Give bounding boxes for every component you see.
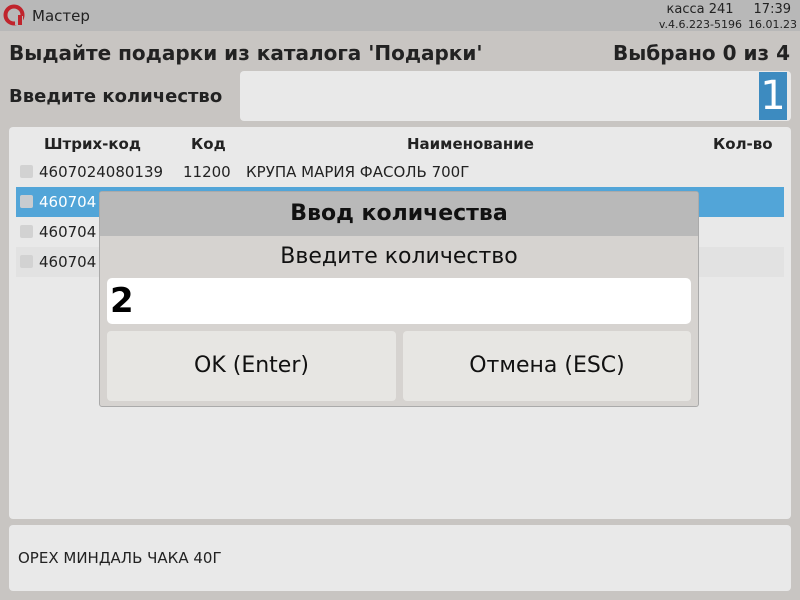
app-title: Мастер xyxy=(32,7,90,25)
register-info: касса 241 17:39 xyxy=(667,2,792,17)
register-name: касса 241 xyxy=(666,2,734,17)
dialog-prompt: Введите количество xyxy=(280,244,518,269)
row-name: КРУПА МАРИЯ ФАСОЛЬ 700Г xyxy=(246,163,470,181)
version-date: 16.01.23 xyxy=(748,18,797,31)
row-code: 11200 xyxy=(183,163,231,181)
row-checkbox[interactable] xyxy=(20,165,33,178)
quantity-value: 1 xyxy=(759,72,787,120)
dialog-title-bar: Ввод количества xyxy=(100,192,698,236)
version-number: v.4.6.223-5196 xyxy=(658,18,743,31)
column-header-qty: Кол-во xyxy=(713,135,773,153)
column-header-barcode: Штрих-код xyxy=(44,135,141,153)
row-barcode: 460704 xyxy=(39,223,97,241)
top-bar: Мастер касса 241 17:39 v.4.6.223-5196 16.0… xyxy=(0,0,800,31)
page-title: Выдайте подарки из каталога 'Подарки' xyxy=(9,41,483,65)
dialog-quantity-input[interactable]: 2 xyxy=(107,278,691,324)
status-panel: ОРЕХ МИНДАЛЬ ЧАКА 40Г xyxy=(9,525,791,591)
column-header-name: Наименование xyxy=(407,135,534,153)
quantity-field[interactable]: 1 xyxy=(240,71,791,121)
cancel-button[interactable]: Отмена (ESC) xyxy=(403,331,691,401)
status-item-name: ОРЕХ МИНДАЛЬ ЧАКА 40Г xyxy=(18,549,222,567)
selected-count: Выбрано 0 из 4 xyxy=(612,41,790,65)
quantity-dialog: Ввод количества Введите количество 2 OK … xyxy=(99,191,699,407)
clock: 17:39 xyxy=(753,2,791,17)
row-checkbox[interactable] xyxy=(20,195,33,208)
quantity-label: Введите количество xyxy=(9,86,223,107)
pos-logo-icon xyxy=(3,4,25,26)
ok-button[interactable]: OK (Enter) xyxy=(107,331,396,401)
row-checkbox[interactable] xyxy=(20,225,33,238)
column-header-code: Код xyxy=(191,135,226,153)
dialog-title: Ввод количества xyxy=(290,201,508,226)
version-info: v.4.6.223-5196 16.01.23 xyxy=(659,18,797,31)
row-barcode: 4607024080139 xyxy=(39,163,164,181)
row-barcode: 460704 xyxy=(39,193,97,211)
row-checkbox[interactable] xyxy=(20,255,33,268)
row-barcode: 460704 xyxy=(39,253,97,271)
table-row[interactable]: 4607024080139 11200 КРУПА МАРИЯ ФАСОЛЬ 7… xyxy=(16,157,784,187)
